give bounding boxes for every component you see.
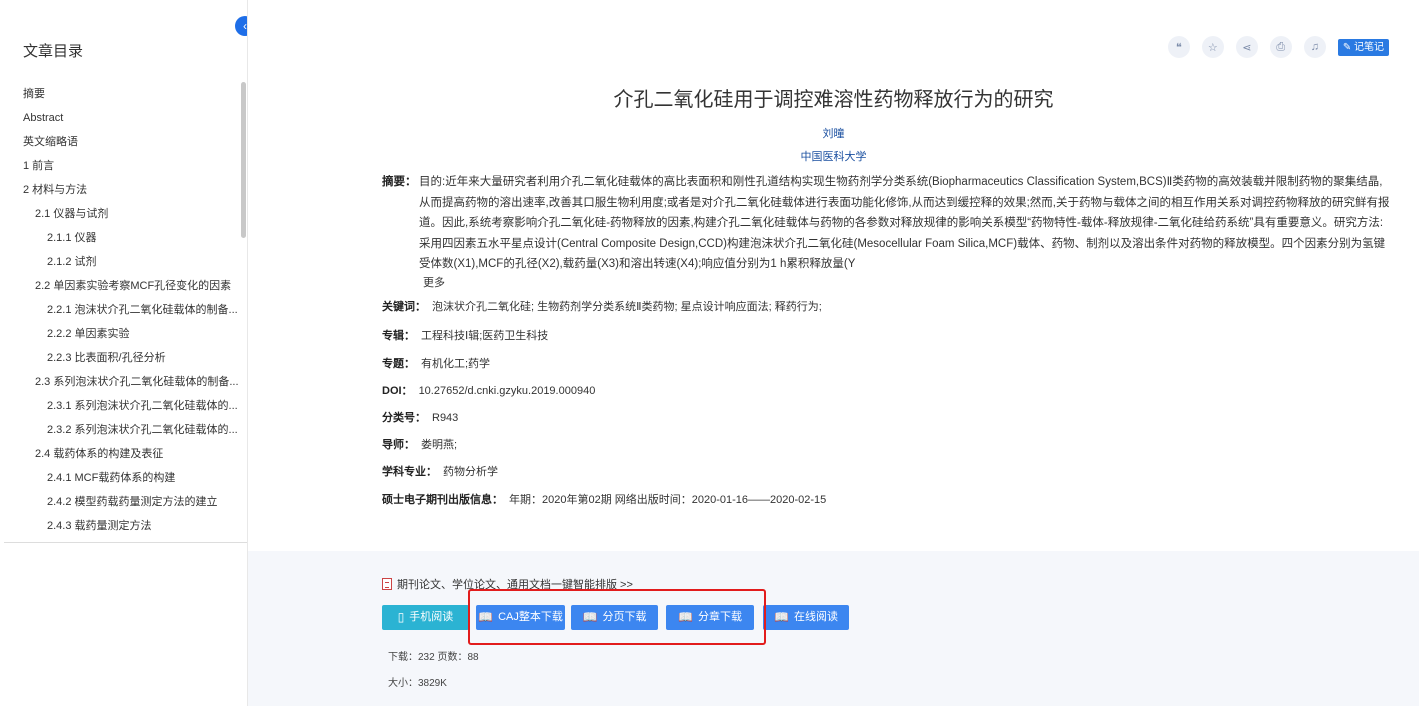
paper-title: 介孔二氧化硅用于调控难溶性药物释放行为的研究: [613, 89, 1054, 111]
toc-item[interactable]: 2.1.2 试剂: [0, 250, 240, 274]
metadata-value[interactable]: 娄明燕;: [421, 439, 457, 451]
book-icon: 📖: [774, 610, 789, 624]
metadata-label: 学科专业：: [382, 466, 437, 478]
toc-item[interactable]: 2 材料与方法: [0, 178, 240, 202]
highlight-box: [468, 589, 766, 645]
metadata-row: 分类号： R943: [382, 409, 458, 425]
toc-item[interactable]: 2.4.2 模型药载药量测定方法的建立: [0, 490, 240, 514]
toc-item[interactable]: 1 前言: [0, 154, 240, 178]
metadata-row: DOI： 10.27652/d.cnki.gzyku.2019.000940: [382, 382, 595, 398]
author-link[interactable]: 刘曈: [248, 125, 1419, 141]
toc-item[interactable]: 2.4.1 MCF载药体系的构建: [0, 466, 240, 490]
sidebar-title: 文章目录: [23, 43, 84, 60]
divider: [4, 542, 248, 543]
metadata-value[interactable]: 泡沫状介孔二氧化硅; 生物药剂学分类系统Ⅱ类药物; 星点设计响应面法; 释药行为…: [432, 301, 822, 313]
abstract-text: 目的:近年来大量研究者利用介孔二氧化硅载体的高比表面积和刚性孔道结构实现生物药剂…: [419, 176, 1390, 270]
metadata-label: DOI：: [382, 385, 413, 397]
share-icon[interactable]: ⋖: [1235, 36, 1258, 58]
download-panel: 期刊论文、学位论文、通用文档一键智能排版 >> ▯ 手机阅读 📖 CAJ整本下载…: [248, 551, 1419, 706]
mobile-read-button[interactable]: ▯ 手机阅读: [382, 605, 469, 630]
phone-icon: ▯: [397, 610, 405, 624]
document-icon: [382, 578, 392, 590]
toc-item[interactable]: 2.2 单因素实验考察MCF孔径变化的因素: [0, 274, 240, 298]
metadata-value: R943: [432, 412, 459, 424]
abstract-label: 摘要：: [382, 176, 417, 188]
metadata-row: 学科专业： 药物分析学: [382, 463, 498, 479]
take-note-label: 记笔记: [1354, 41, 1384, 53]
online-read-label: 在线阅读: [793, 611, 838, 623]
abstract: 摘要： 目的:近年来大量研究者利用介孔二氧化硅载体的高比表面积和刚性孔道结构实现…: [382, 172, 1392, 275]
metadata-label: 分类号：: [382, 412, 426, 424]
star-icon[interactable]: ☆: [1201, 36, 1224, 58]
bell-icon[interactable]: ♫: [1303, 36, 1326, 58]
toc-item[interactable]: 2.2.2 单因素实验: [0, 322, 240, 346]
metadata-value: 工程科技Ⅰ辑;医药卫生科技: [421, 330, 549, 342]
toc-sidebar: 文章目录 ‹ 摘要 Abstract 英文缩略语 1 前言 2 材料与方法 2.1 仪器与…: [0, 0, 255, 706]
metadata-row: 关键词： 泡沫状介孔二氧化硅; 生物药剂学分类系统Ⅱ类药物; 星点设计响应面法; …: [382, 298, 822, 314]
toc-item[interactable]: Abstract: [0, 106, 240, 130]
metadata-value: 有机化工;药学: [421, 358, 491, 370]
article-detail: ❝ ☆ ⋖ ⎙ ♫ ✎ 记笔记 介孔二氧化硅用于调控难溶性药物释放行为的研究 刘…: [248, 0, 1419, 706]
metadata-value: 年期：2020年第02期 网络出版时间：2020-01-16——2020-02-…: [509, 494, 827, 506]
metadata-row: 专题： 有机化工;药学: [382, 355, 490, 371]
toc-list: 摘要 Abstract 英文缩略语 1 前言 2 材料与方法 2.1 仪器与试剂 2.1.1…: [0, 82, 240, 538]
print-icon[interactable]: ⎙: [1269, 36, 1292, 58]
metadata-label: 关键词：: [382, 301, 426, 313]
abstract-more-link[interactable]: 更多: [423, 274, 445, 290]
metadata-label: 硕士电子期刊出版信息：: [382, 494, 503, 506]
toc-item[interactable]: 2.3.1 系列泡沫状介孔二氧化硅载体的...: [0, 394, 240, 418]
mobile-read-label: 手机阅读: [409, 611, 454, 623]
quote-icon[interactable]: ❝: [1167, 36, 1190, 58]
metadata-row: 导师： 娄明燕;: [382, 436, 457, 452]
organization-link[interactable]: 中国医科大学: [248, 148, 1419, 164]
take-note-button[interactable]: ✎ 记笔记: [1337, 38, 1389, 56]
sidebar-scrollbar[interactable]: [241, 82, 246, 238]
toc-item[interactable]: 2.3 系列泡沫状介孔二氧化硅载体的制备...: [0, 370, 240, 394]
toc-item[interactable]: 英文缩略语: [0, 130, 240, 154]
toc-item[interactable]: 2.2.3 比表面积/孔径分析: [0, 346, 240, 370]
metadata-value: 药物分析学: [443, 466, 498, 478]
toc-item[interactable]: 2.3.2 系列泡沫状介孔二氧化硅载体的...: [0, 418, 240, 442]
metadata-label: 专题：: [382, 358, 415, 370]
metadata-label: 导师：: [382, 439, 415, 451]
article-toolbar: ❝ ☆ ⋖ ⎙ ♫ ✎ 记笔记: [1167, 36, 1389, 58]
online-read-button[interactable]: 📖 在线阅读: [763, 605, 849, 630]
metadata-value: 10.27652/d.cnki.gzyku.2019.000940: [418, 385, 596, 397]
metadata-label: 专辑：: [382, 330, 415, 342]
metadata-row: 专辑： 工程科技Ⅰ辑;医药卫生科技: [382, 327, 548, 343]
toc-item[interactable]: 2.4 载药体系的构建及表征: [0, 442, 240, 466]
toc-item[interactable]: 2.1 仪器与试剂: [0, 202, 240, 226]
toc-item[interactable]: 摘要: [0, 82, 240, 106]
file-size: 大小：3829K: [388, 678, 447, 689]
download-stats: 下载：232 页数：88: [388, 652, 479, 663]
toc-item[interactable]: 2.4.3 载药量测定方法: [0, 514, 240, 538]
toc-item[interactable]: 2.1.1 仪器: [0, 226, 240, 250]
toc-item[interactable]: 2.2.1 泡沫状介孔二氧化硅载体的制备...: [0, 298, 240, 322]
metadata-row: 硕士电子期刊出版信息： 年期：2020年第02期 网络出版时间：2020-01-1…: [382, 491, 826, 507]
